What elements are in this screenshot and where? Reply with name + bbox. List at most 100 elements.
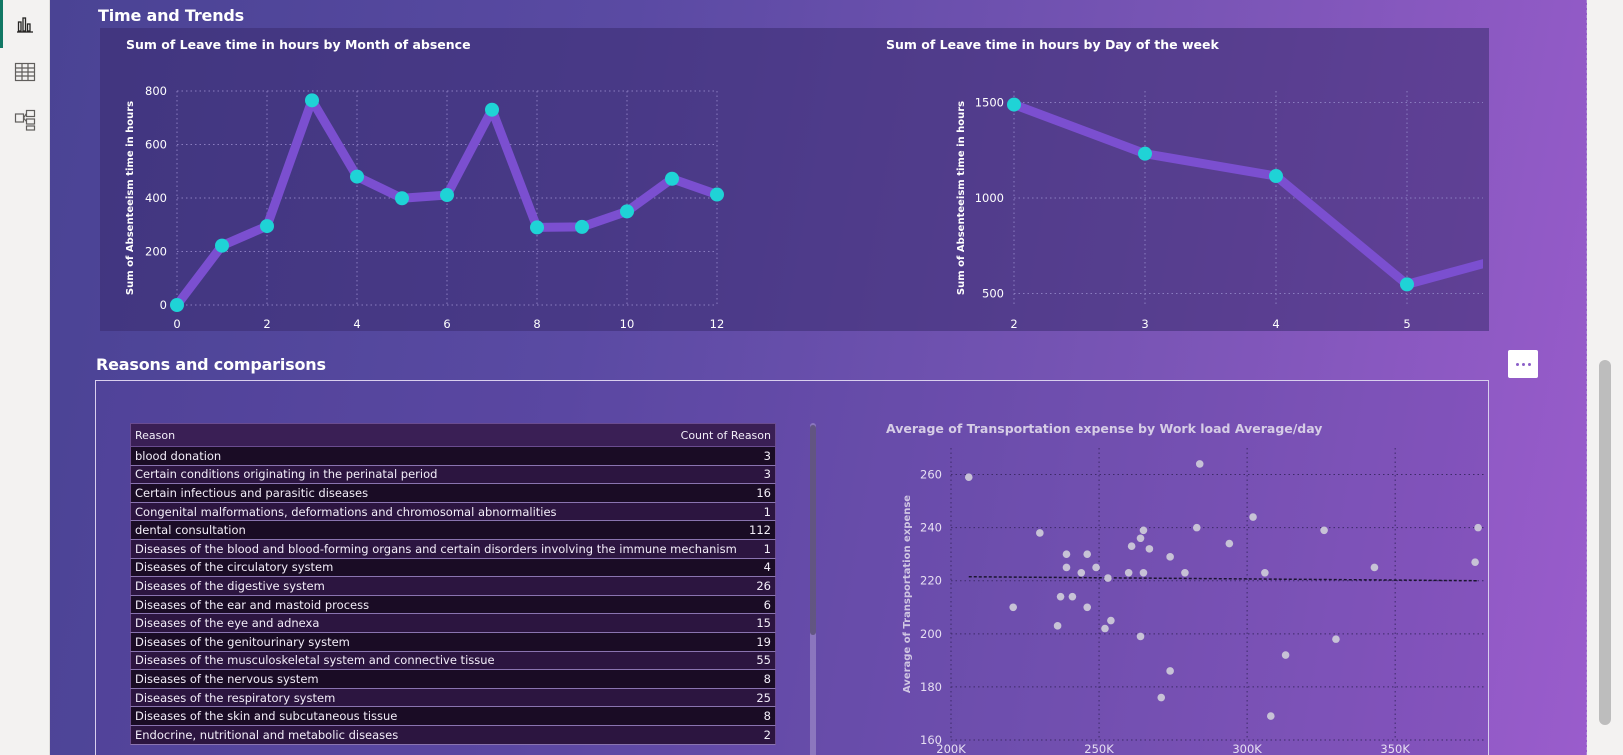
- y-tick-label: 0: [160, 298, 167, 312]
- scatter-point: [1166, 553, 1174, 561]
- count-cell: 8: [763, 671, 771, 686]
- page-scrollbar-thumb[interactable]: [1599, 360, 1611, 725]
- count-cell: 16: [756, 485, 771, 500]
- data-point: [665, 171, 679, 186]
- table-row[interactable]: Diseases of the skin and subcutaneous ti…: [130, 707, 776, 726]
- more-dot-icon: [1521, 362, 1525, 366]
- y-tick-label: 500: [982, 287, 1004, 301]
- reason-cell: Diseases of the skin and subcutaneous ti…: [135, 709, 398, 724]
- x-tick-label: 4: [1272, 317, 1279, 331]
- data-point: [305, 93, 319, 108]
- scatter-chart-title: Average of Transportation expense by Wor…: [886, 421, 1323, 436]
- month-chart-title: Sum of Leave time in hours by Month of a…: [126, 37, 471, 52]
- scatter-point: [1083, 550, 1092, 558]
- reason-cell: Diseases of the respiratory system: [135, 690, 336, 705]
- month-line-chart[interactable]: 0200400600800024681012Month of absenceSu…: [100, 54, 780, 331]
- x-tick-label: 250K: [1084, 742, 1114, 755]
- table-header: Reason Count of Reason: [130, 423, 776, 447]
- more-dot-icon: [1515, 362, 1519, 366]
- scatter-point: [1139, 526, 1148, 535]
- bar-chart-icon: [17, 17, 33, 33]
- model-view-button[interactable]: [0, 96, 50, 144]
- scatter-point: [1281, 651, 1290, 659]
- reason-cell: Diseases of the digestive system: [135, 578, 325, 593]
- table-row[interactable]: Diseases of the nervous system 8: [130, 670, 776, 689]
- table-row[interactable]: Diseases of the ear and mastoid process 6: [130, 595, 776, 615]
- table-row[interactable]: Certain infectious and parasitic disease…: [130, 484, 776, 503]
- scatter-point: [1062, 563, 1071, 572]
- count-cell: 1: [763, 504, 771, 519]
- y-axis-title: Average of Transportation expense: [902, 495, 913, 693]
- data-point: [530, 220, 544, 235]
- scatter-point: [1261, 568, 1269, 577]
- scatter-point: [1370, 563, 1379, 572]
- data-point: [395, 191, 409, 206]
- count-cell: 112: [749, 523, 771, 538]
- y-axis-title: Sum of Absenteeism time in hours: [956, 101, 967, 295]
- more-options-button[interactable]: [1508, 350, 1538, 378]
- scatter-point: [1195, 460, 1204, 468]
- transport-scatter-chart[interactable]: 160180200220240260200K 250K 300K 350KAverag…: [858, 438, 1538, 755]
- reason-cell: dental consultation: [135, 523, 246, 538]
- table-scrollbar-thumb[interactable]: [810, 425, 816, 635]
- table-row[interactable]: Endocrine, nutritional and metabolic dis…: [130, 725, 776, 745]
- scatter-point: [1053, 622, 1062, 630]
- table-row[interactable]: Congenital malformations, deformations a…: [130, 502, 776, 522]
- scatter-point: [1009, 603, 1017, 612]
- section-title-time-trends: Time and Trends: [98, 6, 244, 25]
- data-point: [260, 219, 274, 234]
- reason-cell: Diseases of the circulatory system: [135, 560, 334, 575]
- x-tick-label: 350K: [1380, 742, 1410, 755]
- scatter-point: [964, 473, 973, 481]
- column-header-count[interactable]: Count of Reason: [681, 429, 771, 442]
- table-row[interactable]: Diseases of the respiratory system 25: [130, 688, 776, 708]
- scatter-point: [1077, 568, 1086, 577]
- report-view-button[interactable]: [0, 0, 50, 48]
- y-tick-label: 200: [145, 245, 167, 259]
- count-cell: 3: [763, 467, 771, 482]
- reason-cell: Diseases of the nervous system: [135, 671, 319, 686]
- scatter-point: [1145, 545, 1154, 553]
- table-row[interactable]: Diseases of the genitourinary system 19: [130, 632, 776, 652]
- y-tick-label: 1500: [975, 95, 1004, 109]
- model-diagram-icon: [14, 109, 36, 131]
- y-tick-label: 200: [920, 627, 942, 641]
- scatter-point: [1136, 534, 1145, 543]
- scatter-point: [1124, 568, 1133, 577]
- column-header-reason[interactable]: Reason: [135, 429, 175, 442]
- x-tick-label: 5: [1403, 317, 1410, 331]
- table-row[interactable]: Diseases of the musculoskeletal system a…: [130, 651, 776, 671]
- scatter-point: [1139, 568, 1148, 577]
- scatter-point: [1181, 568, 1189, 577]
- table-row[interactable]: Diseases of the blood and blood-forming …: [130, 539, 776, 559]
- reason-table[interactable]: Reason Count of Reason blood donation 3 Ce…: [130, 423, 776, 745]
- data-point: [170, 298, 184, 312]
- scatter-point: [1136, 632, 1145, 641]
- data-point: [620, 204, 634, 219]
- table-row[interactable]: dental consultation 112: [130, 521, 776, 540]
- scatter-point: [1101, 624, 1109, 633]
- series-line: [172, 95, 722, 310]
- more-dot-icon: [1527, 362, 1531, 366]
- scatter-point: [1225, 539, 1234, 548]
- scatter-point: [1267, 712, 1275, 720]
- data-point: [1138, 146, 1152, 161]
- page-scrollbar[interactable]: [1587, 0, 1623, 755]
- scatter-point: [1332, 635, 1340, 643]
- table-scrollbar[interactable]: [810, 423, 816, 755]
- data-point: [1007, 97, 1021, 112]
- table-view-button[interactable]: [0, 48, 50, 96]
- table-row[interactable]: Diseases of the circulatory system 4: [130, 558, 776, 578]
- x-tick-label: 0: [173, 317, 180, 331]
- reason-cell: Diseases of the ear and mastoid process: [135, 597, 370, 612]
- scatter-point: [1083, 603, 1092, 612]
- weekday-line-chart[interactable]: 5001000150023456Day of the weekSum of Ab…: [858, 54, 1483, 331]
- table-row[interactable]: Diseases of the eye and adnexa 15: [130, 614, 776, 633]
- table-row[interactable]: blood donation 3: [130, 447, 776, 466]
- scatter-point: [1320, 526, 1328, 535]
- data-point: [710, 187, 724, 202]
- table-row[interactable]: Certain conditions originating in the pe…: [130, 465, 776, 485]
- reason-cell: blood donation: [135, 448, 222, 463]
- table-row[interactable]: Diseases of the digestive system 26: [130, 577, 776, 596]
- y-tick-label: 400: [145, 191, 167, 205]
